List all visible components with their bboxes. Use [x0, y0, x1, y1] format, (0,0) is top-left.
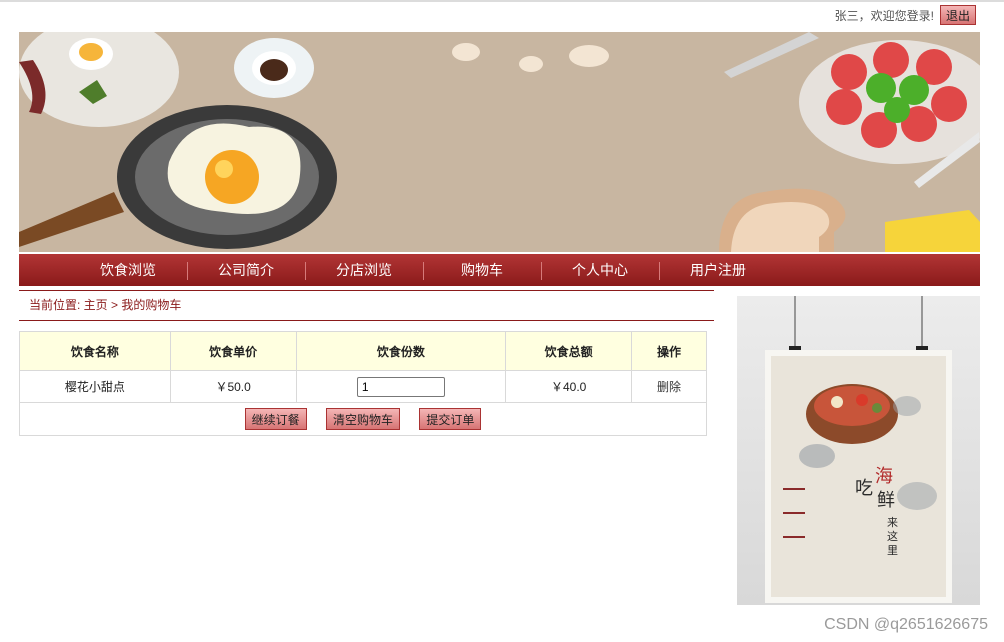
poster-char: 鲜 [877, 490, 895, 511]
column-header-action: 操作 [631, 331, 707, 371]
banner-illustration [19, 32, 980, 252]
column-header-price: 饮食单价 [169, 331, 297, 371]
menu-line-shape [783, 536, 805, 538]
poster-char: 里 [887, 544, 898, 557]
delete-link[interactable]: 删除 [657, 380, 681, 394]
cucumber-shape [884, 97, 910, 123]
continue-ordering-button[interactable]: 继续订餐 [244, 408, 307, 430]
flower-decor-shape [897, 482, 937, 510]
food-item-shape [872, 403, 882, 413]
poster-char: 来 [887, 516, 898, 529]
poster-char: 这 [887, 529, 898, 543]
cell-action: 删除 [631, 370, 707, 403]
poster-char: 海 [875, 466, 893, 487]
menu-line-shape [783, 512, 805, 514]
column-header-name: 饮食名称 [19, 331, 171, 371]
cart-table: 饮食名称 饮食单价 饮食份数 饮食总额 操作 樱花小甜点 ￥50.0 ￥40.0… [19, 331, 707, 436]
nav-item-personal-center[interactable]: 个人中心 [541, 260, 659, 280]
mushroom-shape [519, 56, 543, 72]
pan-handle-shape [19, 192, 124, 247]
column-header-quantity: 饮食份数 [295, 331, 507, 371]
cell-quantity [295, 370, 507, 403]
poster-char: 吃 [855, 478, 873, 499]
cart-header-row: 饮食名称 饮食单价 饮食份数 饮食总额 操作 [19, 331, 707, 371]
quantity-input[interactable] [356, 376, 445, 397]
cell-food-name: 樱花小甜点 [19, 370, 171, 403]
user-bar: 张三，欢迎您登录! 退出 [835, 4, 976, 26]
breadcrumb-current: 我的购物车 [121, 298, 182, 312]
knife-shape [724, 32, 819, 78]
logout-button[interactable]: 退出 [939, 5, 976, 25]
flower-decor-shape [799, 444, 835, 468]
nav-item-branch-browse[interactable]: 分店浏览 [305, 260, 423, 280]
column-header-total: 饮食总额 [505, 331, 633, 371]
nav-item-shopping-cart[interactable]: 购物车 [423, 260, 541, 280]
nav-item-user-register[interactable]: 用户注册 [659, 260, 777, 280]
food-item-shape [831, 396, 843, 408]
nav-item-food-browse[interactable]: 饮食浏览 [69, 260, 187, 280]
flower-decor-shape [893, 396, 921, 416]
cell-total: ￥40.0 [505, 370, 633, 403]
welcome-text: 张三，欢迎您登录! [834, 8, 934, 23]
tomato-shape [826, 89, 862, 125]
nav-item-company-intro[interactable]: 公司简介 [187, 260, 305, 280]
clear-cart-button[interactable]: 清空购物车 [325, 408, 400, 430]
watermark-text: CSDN @q2651626675 [824, 616, 988, 633]
egg-yolk-shape [79, 43, 103, 61]
yolk-highlight-shape [215, 160, 233, 178]
table-row: 樱花小甜点 ￥50.0 ￥40.0 删除 [19, 370, 707, 403]
breadcrumb: 当前位置: 主页 > 我的购物车 [19, 290, 714, 321]
cell-price: ￥50.0 [169, 370, 297, 403]
top-border [0, 0, 1004, 2]
tomato-shape [873, 42, 909, 78]
breadcrumb-separator: > [107, 298, 122, 312]
coffee-shape [260, 59, 288, 81]
poster-ad[interactable]: 吃 海 鲜 来 这 里 [737, 296, 980, 605]
submit-order-button[interactable]: 提交订单 [419, 408, 482, 430]
cart-actions-row: 继续订餐 清空购物车 提交订单 [19, 402, 707, 436]
mushroom-shape [452, 43, 480, 61]
tomato-shape [831, 54, 867, 90]
main-nav: 饮食浏览 公司简介 分店浏览 购物车 个人中心 用户注册 [19, 254, 980, 286]
breadcrumb-home-link[interactable]: 主页 [84, 298, 108, 312]
tomato-shape [931, 86, 967, 122]
poster-illustration: 吃 海 鲜 来 这 里 [765, 296, 952, 603]
cheese-shape [885, 210, 980, 252]
menu-line-shape [783, 488, 805, 490]
food-item-shape [856, 394, 868, 406]
cart-actions-cell: 继续订餐 清空购物车 提交订单 [19, 402, 707, 436]
fried-egg-yolk-shape [205, 150, 259, 204]
banner-image [19, 32, 980, 252]
breadcrumb-prefix: 当前位置: [29, 298, 84, 312]
mushroom-shape [569, 45, 609, 67]
